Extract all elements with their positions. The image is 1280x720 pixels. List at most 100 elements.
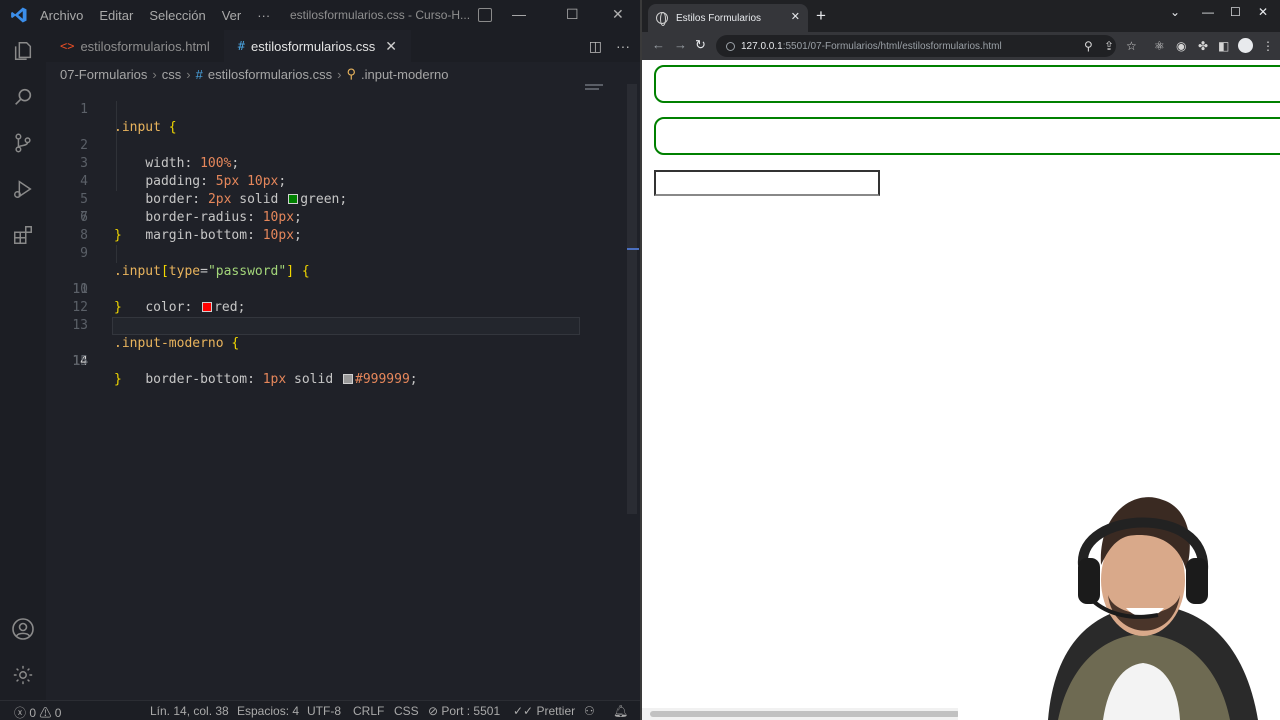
url-host: 127.0.0.1 (741, 40, 783, 52)
more-actions-icon[interactable]: ··· (616, 38, 630, 55)
tab-label: estilosformularios.css (251, 38, 376, 54)
color-swatch-gray[interactable] (343, 374, 353, 384)
menu-more[interactable]: ··· (257, 8, 270, 23)
prettier-label: Prettier (536, 704, 576, 718)
bookmark-star-icon[interactable]: ☆ (1126, 39, 1137, 53)
language-mode[interactable]: CSS (394, 704, 419, 718)
cursor-position[interactable]: Lín. 14, col. 38 (150, 704, 229, 718)
minimap[interactable] (585, 84, 615, 98)
modern-input[interactable] (654, 170, 880, 196)
scrollbar-marker (627, 248, 639, 250)
menu-editar[interactable]: Editar (99, 8, 133, 23)
live-server-port[interactable]: ⊘ Port : 5501 (428, 704, 500, 718)
tab-label: estilosformularios.html (80, 38, 210, 54)
close-tab-icon[interactable]: ✕ (791, 10, 800, 23)
minimize-button[interactable]: — (1202, 5, 1214, 19)
close-window-button[interactable]: ✕ (612, 6, 624, 23)
menu-archivo[interactable]: Archivo (40, 8, 83, 23)
tab-html-file[interactable]: <> estilosformularios.html (46, 30, 224, 62)
layout-toggle-icon[interactable] (478, 8, 492, 22)
settings-gear-icon[interactable] (10, 662, 36, 688)
breadcrumb-item[interactable]: .input-moderno (361, 67, 448, 82)
split-editor-icon[interactable]: ◫ (589, 38, 602, 55)
code-line: 4 border: 2px solid green; (46, 137, 586, 207)
html-file-icon: <> (60, 39, 75, 53)
code-line: 8 (46, 209, 586, 243)
code-line: 11 } (46, 263, 586, 315)
run-debug-icon[interactable] (10, 176, 36, 202)
warning-icon: ⚠ (39, 706, 52, 720)
code-line: 10 color: red; (46, 245, 586, 315)
close-window-button[interactable]: ✕ (1258, 5, 1268, 19)
code-line: 6 margin-bottom: 10px; (46, 173, 586, 243)
chevron-right-icon: › (152, 66, 157, 82)
profile-avatar[interactable] (1238, 38, 1253, 53)
code-line: 7 } (46, 191, 586, 243)
reload-icon[interactable]: ↻ (695, 37, 706, 53)
zoom-icon[interactable]: ⚲ (1084, 39, 1093, 53)
new-tab-button[interactable]: + (816, 6, 826, 26)
editor-tabs: <> estilosformularios.html # estilosform… (46, 30, 640, 62)
extensions-icon[interactable] (10, 222, 36, 248)
problems-indicator[interactable]: ⓧ 0 ⚠ 0 (14, 704, 61, 720)
tab-search-button[interactable]: ⌄ (1170, 5, 1180, 19)
activity-bar (0, 30, 46, 700)
prettier-status[interactable]: ✓✓ Prettier (513, 704, 575, 718)
search-icon[interactable] (10, 84, 36, 110)
breadcrumb-item[interactable]: estilosformularios.css (208, 67, 332, 82)
code-line: 2 width: 100%; (46, 101, 586, 171)
encoding[interactable]: UTF-8 (307, 704, 341, 718)
code-editor[interactable]: 1 .input { 2 width: 100%; 3 padding: 5px… (46, 83, 626, 700)
password-input[interactable] (654, 117, 1280, 155)
address-bar[interactable]: 127.0.0.1:5501/07-Formularios/html/estil… (716, 35, 1116, 57)
back-arrow-icon[interactable]: ← (652, 37, 665, 52)
chevron-right-icon: › (337, 66, 342, 82)
code-line: 15 } (46, 335, 586, 387)
menu-seleccion[interactable]: Selección (149, 8, 205, 23)
breadcrumb: 07-Formularios › css › # estilosformular… (60, 64, 448, 84)
code-line-current: 14 border-bottom: 1px solid #999999; (46, 317, 586, 387)
notifications-bell-icon[interactable]: 🔔︎ (613, 704, 628, 718)
breadcrumb-item[interactable]: 07-Formularios (60, 67, 147, 82)
globe-icon (656, 12, 668, 26)
minimize-button[interactable]: — (512, 6, 526, 22)
maximize-button[interactable]: ☐ (1230, 5, 1241, 19)
maximize-button[interactable]: ☐ (566, 6, 579, 23)
breadcrumb-item[interactable]: css (162, 67, 182, 82)
scrollbar-thumb[interactable] (650, 711, 960, 717)
double-check-icon: ✓✓ (513, 704, 534, 718)
forward-arrow-icon[interactable]: → (674, 37, 687, 52)
extensions-puzzle-icon[interactable]: ✤ (1198, 39, 1208, 53)
value: 1px (262, 372, 287, 387)
react-devtools-icon[interactable]: ⚛ (1154, 39, 1165, 53)
menu-ver[interactable]: Ver (222, 8, 242, 23)
code-line: 12 (46, 281, 586, 315)
code-line: 1 .input { (46, 83, 586, 135)
code-line: 9 .input[type="password"] { (46, 227, 586, 279)
side-panel-icon[interactable]: ◧ (1218, 39, 1229, 53)
indent-guide (116, 173, 117, 191)
site-info-icon[interactable] (726, 41, 735, 51)
text-input[interactable] (654, 65, 1280, 103)
vertical-scrollbar[interactable] (627, 84, 637, 514)
indentation[interactable]: Espacios: 4 (237, 704, 299, 718)
account-icon[interactable] (10, 616, 36, 642)
explorer-icon[interactable] (10, 38, 36, 64)
browser-tab-strip: Estilos Formularios ✕ + ⌄ — ☐ ✕ (642, 0, 1280, 32)
close-tab-icon[interactable]: ✕ (385, 38, 397, 55)
feedback-icon[interactable]: ⚇ (584, 704, 595, 718)
kebab-menu-icon[interactable]: ⋮ (1262, 39, 1274, 53)
presenter-image (958, 470, 1280, 720)
property: border-bottom (145, 372, 248, 387)
source-control-icon[interactable] (10, 130, 36, 156)
css-file-icon: # (195, 66, 203, 82)
end-of-line[interactable]: CRLF (353, 704, 384, 718)
color-extension-icon[interactable]: ◉ (1176, 39, 1186, 53)
broadcast-icon: ⊘ (428, 704, 439, 718)
webcam-overlay (958, 470, 1280, 720)
code-line: 5 border-radius: 10px; (46, 155, 586, 225)
tab-css-file[interactable]: # estilosformularios.css ✕ (223, 30, 412, 62)
share-icon[interactable]: ⇪ (1104, 39, 1114, 53)
browser-tab[interactable]: Estilos Formularios ✕ (648, 4, 808, 32)
current-line-highlight (112, 317, 580, 335)
